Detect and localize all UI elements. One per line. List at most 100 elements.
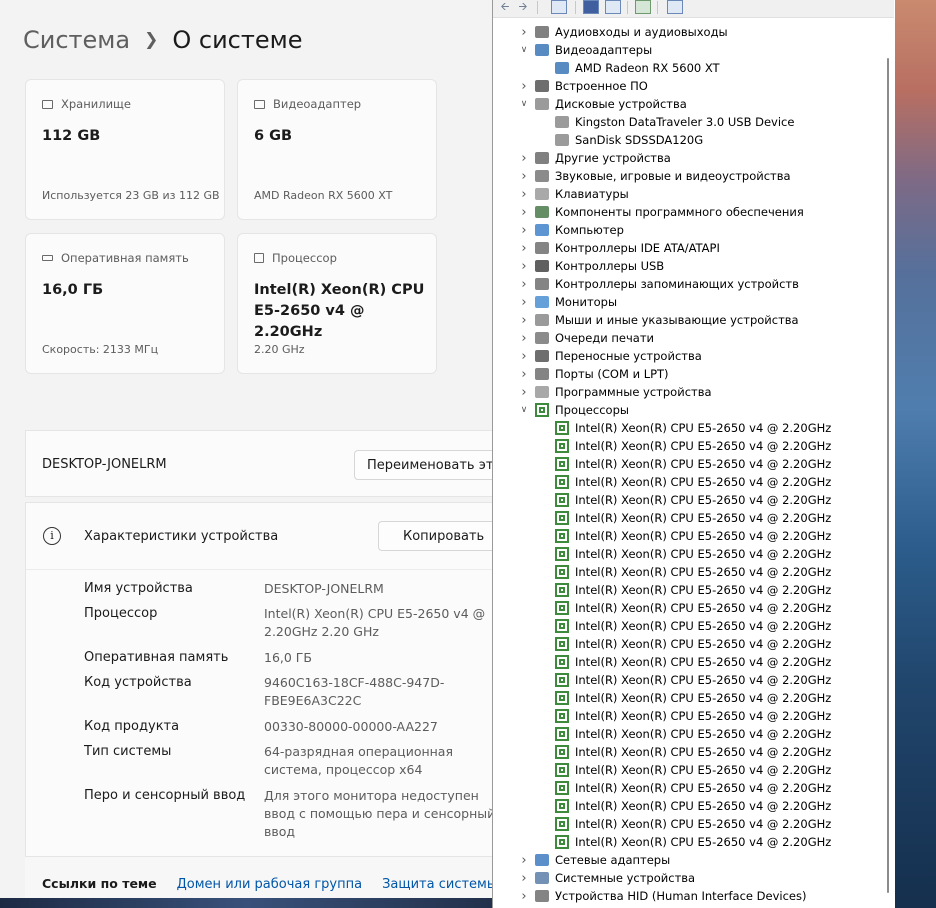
chevron-right-icon[interactable]: › (519, 349, 529, 364)
chevron-down-icon[interactable]: ∨ (519, 45, 529, 55)
tree-category[interactable]: › Компоненты программного обеспечения (521, 203, 803, 221)
tree-device[interactable]: Kingston DataTraveler 3.0 USB Device (555, 113, 794, 131)
card-label: Процессор (272, 251, 337, 265)
scrollbar[interactable] (887, 58, 889, 893)
chevron-right-icon[interactable]: › (519, 223, 529, 238)
chevron-right-icon[interactable]: › (519, 277, 529, 292)
chevron-right-icon[interactable]: › (519, 259, 529, 274)
tree-device[interactable]: Intel(R) Xeon(R) CPU E5-2650 v4 @ 2.20GH… (555, 563, 831, 581)
tree-item-label: Intel(R) Xeon(R) CPU E5-2650 v4 @ 2.20GH… (575, 727, 832, 741)
card-value: 112 GB (42, 128, 101, 144)
tree-category[interactable]: › Контроллеры IDE ATA/ATAPI (521, 239, 720, 257)
tree-device[interactable]: Intel(R) Xeon(R) CPU E5-2650 v4 @ 2.20GH… (555, 581, 831, 599)
update-driver-icon[interactable] (635, 0, 651, 14)
tree-item-label: SanDisk SDSSDA120G (575, 133, 704, 147)
cpu-icon (555, 709, 569, 723)
breadcrumb-system-link[interactable]: Система (23, 26, 130, 54)
tree-device[interactable]: Intel(R) Xeon(R) CPU E5-2650 v4 @ 2.20GH… (555, 617, 831, 635)
tree-device[interactable]: Intel(R) Xeon(R) CPU E5-2650 v4 @ 2.20GH… (555, 653, 831, 671)
tree-device[interactable]: Intel(R) Xeon(R) CPU E5-2650 v4 @ 2.20GH… (555, 455, 831, 473)
tree-device[interactable]: Intel(R) Xeon(R) CPU E5-2650 v4 @ 2.20GH… (555, 545, 831, 563)
chevron-right-icon[interactable]: › (519, 889, 529, 904)
tree-device[interactable]: Intel(R) Xeon(R) CPU E5-2650 v4 @ 2.20GH… (555, 491, 831, 509)
help-icon[interactable] (583, 0, 599, 14)
chevron-right-icon[interactable]: › (519, 241, 529, 256)
chevron-right-icon[interactable]: › (519, 385, 529, 400)
chevron-down-icon[interactable]: ∨ (519, 405, 529, 415)
tree-category[interactable]: ∨ Дисковые устройства (521, 95, 687, 113)
scan-hardware-icon[interactable] (667, 0, 683, 14)
tree-item-label: Программные устройства (555, 385, 712, 399)
tree-device[interactable]: AMD Radeon RX 5600 XT (555, 59, 720, 77)
chevron-right-icon[interactable]: › (519, 313, 529, 328)
chevron-right-icon[interactable]: › (519, 367, 529, 382)
spec-value: 9460C163-18CF-488C-947D-FBE9E6A3C22C (264, 675, 445, 708)
tree-device[interactable]: Intel(R) Xeon(R) CPU E5-2650 v4 @ 2.20GH… (555, 437, 831, 455)
tree-device[interactable]: Intel(R) Xeon(R) CPU E5-2650 v4 @ 2.20GH… (555, 689, 831, 707)
chevron-right-icon[interactable]: › (519, 853, 529, 868)
tree-device[interactable]: Intel(R) Xeon(R) CPU E5-2650 v4 @ 2.20GH… (555, 707, 831, 725)
tree-device[interactable]: Intel(R) Xeon(R) CPU E5-2650 v4 @ 2.20GH… (555, 761, 831, 779)
tree-category[interactable]: › Мониторы (521, 293, 617, 311)
spec-value: 64-разрядная операционная система, проце… (264, 744, 453, 777)
chevron-down-icon[interactable]: ∨ (519, 99, 529, 109)
tree-category[interactable]: › Контроллеры запоминающих устройств (521, 275, 799, 293)
tree-device[interactable]: Intel(R) Xeon(R) CPU E5-2650 v4 @ 2.20GH… (555, 419, 831, 437)
tree-category[interactable]: › Мыши и иные указывающие устройства (521, 311, 798, 329)
tree-device[interactable]: Intel(R) Xeon(R) CPU E5-2650 v4 @ 2.20GH… (555, 797, 831, 815)
chevron-right-icon[interactable]: › (519, 25, 529, 40)
tree-category[interactable]: › Системные устройства (521, 869, 695, 887)
tree-item-label: Другие устройства (555, 151, 671, 165)
chevron-right-icon[interactable]: › (519, 169, 529, 184)
chevron-right-icon[interactable]: › (519, 871, 529, 886)
tree-device[interactable]: Intel(R) Xeon(R) CPU E5-2650 v4 @ 2.20GH… (555, 833, 831, 851)
chevron-right-icon[interactable]: › (519, 151, 529, 166)
cpu-icon (555, 439, 569, 453)
chevron-right-icon[interactable]: › (519, 331, 529, 346)
tree-category[interactable]: › Аудиовходы и аудиовыходы (521, 23, 727, 41)
tree-category[interactable]: › Программные устройства (521, 383, 712, 401)
tree-category[interactable]: › Порты (COM и LPT) (521, 365, 668, 383)
chevron-right-icon[interactable]: › (519, 187, 529, 202)
tree-category[interactable]: ∨ Процессоры (521, 401, 629, 419)
tree-category[interactable]: › Другие устройства (521, 149, 671, 167)
tree-category[interactable]: › Клавиатуры (521, 185, 628, 203)
cpu-card[interactable]: Процессор Intel(R) Xeon(R) CPU E5-2650 v… (237, 233, 437, 374)
forward-icon[interactable]: 🡪 (515, 0, 531, 14)
view-icon[interactable] (605, 0, 621, 14)
chevron-right-icon[interactable]: › (519, 295, 529, 310)
tree-category[interactable]: › Переносные устройства (521, 347, 701, 365)
tree-category[interactable]: › Контроллеры USB (521, 257, 664, 275)
tree-category[interactable]: › Устройства HID (Human Interface Devices… (521, 887, 806, 905)
tree-device[interactable]: Intel(R) Xeon(R) CPU E5-2650 v4 @ 2.20GH… (555, 779, 831, 797)
ram-card[interactable]: Оперативная память 16,0 ГБ Скорость: 213… (25, 233, 225, 374)
tree-device[interactable]: Intel(R) Xeon(R) CPU E5-2650 v4 @ 2.20GH… (555, 743, 831, 761)
gpu-card[interactable]: Видеоадаптер 6 GB AMD Radeon RX 5600 XT (237, 79, 437, 220)
tree-device[interactable]: Intel(R) Xeon(R) CPU E5-2650 v4 @ 2.20GH… (555, 725, 831, 743)
chevron-right-icon[interactable]: › (519, 79, 529, 94)
properties-icon[interactable] (551, 0, 567, 14)
tree-device[interactable]: SanDisk SDSSDA120G (555, 131, 703, 149)
tree-device[interactable]: Intel(R) Xeon(R) CPU E5-2650 v4 @ 2.20GH… (555, 599, 831, 617)
system-protection-link[interactable]: Защита системы (382, 877, 494, 892)
storage-card[interactable]: Хранилище 112 GB Используется 23 GB из 1… (25, 79, 225, 220)
tree-category[interactable]: › Сетевые адаптеры (521, 851, 670, 869)
tree-category[interactable]: ∨ Видеоадаптеры (521, 41, 652, 59)
tree-device[interactable]: Intel(R) Xeon(R) CPU E5-2650 v4 @ 2.20GH… (555, 635, 831, 653)
chevron-right-icon[interactable]: › (519, 205, 529, 220)
tree-device[interactable]: Intel(R) Xeon(R) CPU E5-2650 v4 @ 2.20GH… (555, 509, 831, 527)
tree-item-label: Intel(R) Xeon(R) CPU E5-2650 v4 @ 2.20GH… (575, 547, 832, 561)
tree-category[interactable]: › Очереди печати (521, 329, 654, 347)
related-links: Ссылки по теме Домен или рабочая группа За… (42, 876, 494, 892)
tree-device[interactable]: Intel(R) Xeon(R) CPU E5-2650 v4 @ 2.20GH… (555, 473, 831, 491)
tree-device[interactable]: Intel(R) Xeon(R) CPU E5-2650 v4 @ 2.20GH… (555, 671, 831, 689)
tree-category[interactable]: › Компьютер (521, 221, 624, 239)
rename-pc-button[interactable]: Переименовать этот ПК (354, 450, 494, 480)
tree-device[interactable]: Intel(R) Xeon(R) CPU E5-2650 v4 @ 2.20GH… (555, 527, 831, 545)
domain-workgroup-link[interactable]: Домен или рабочая группа (177, 877, 362, 892)
back-icon[interactable]: 🡨 (497, 0, 513, 14)
tree-category[interactable]: › Встроенное ПО (521, 77, 647, 95)
copy-button[interactable]: Копировать (378, 521, 494, 551)
tree-device[interactable]: Intel(R) Xeon(R) CPU E5-2650 v4 @ 2.20GH… (555, 815, 831, 833)
tree-category[interactable]: › Звуковые, игровые и видеоустройства (521, 167, 790, 185)
